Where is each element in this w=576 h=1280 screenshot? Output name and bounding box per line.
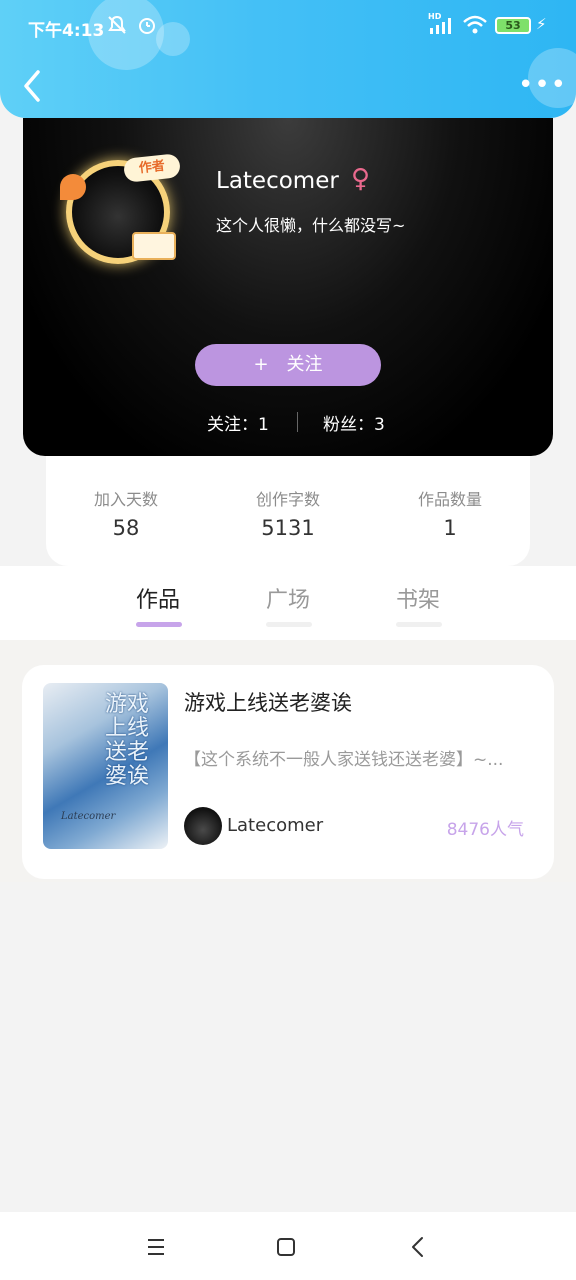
followers-count[interactable]: 粉丝：3 [323,410,385,435]
book-icon [132,232,176,260]
menu-icon [148,1239,164,1255]
follow-label: 关注 [286,354,323,375]
author-badge: 作者 [122,153,182,183]
more-button[interactable]: ••• [518,70,566,100]
tab-indicator [136,622,182,627]
stat-value: 58 [112,516,140,540]
back-button[interactable] [18,68,50,104]
stat-label: 作品数量 [417,490,482,509]
signal-icon: HD [428,12,456,41]
following-count[interactable]: 关注：1 [207,410,269,435]
female-icon: ♀ [351,164,371,194]
network-label: HD [428,12,442,21]
home-square-icon [277,1238,295,1256]
avatar[interactable]: 作者 [58,150,182,270]
menu-button[interactable] [136,1230,176,1264]
tab-label: 书架 [395,588,440,613]
follow-counts: 关注：1 粉丝：3 [23,410,553,435]
more-dots-icon: ••• [518,70,568,100]
book-description: 【这个系统不一般人家送钱还送老婆】~... [184,750,504,770]
stats-card: 加入天数 58 创作字数 5131 作品数量 1 [46,456,530,566]
status-bar: 下午4:13 HD 53 ⚡ [0,0,576,52]
leaf-icon [60,174,86,200]
author-name[interactable]: Latecomer [227,815,323,836]
tab-works[interactable]: 作品 [118,582,198,627]
status-time: 下午4:13 [28,21,105,41]
chevron-left-icon [24,70,40,102]
tab-label: 广场 [265,588,310,613]
tab-square[interactable]: 广场 [248,582,328,627]
cover-signature: Latecomer [61,811,116,822]
author-avatar[interactable] [184,807,222,845]
tab-indicator [396,622,442,627]
stat-value: 5131 [261,516,315,540]
wifi-icon [462,14,488,41]
book-card[interactable]: 游戏上线送老婆诶 Latecomer 游戏上线送老婆诶 【这个系统不一般人家送钱… [22,665,554,879]
user-bio: 这个人很懒，什么都没写~ [216,216,406,235]
content-tabs: 作品 广场 书架 [0,566,576,640]
book-title[interactable]: 游戏上线送老婆诶 [184,687,352,717]
profile-card: 作者 Latecomer ♀ 这个人很懒，什么都没写~ + 关注 关注：1 粉丝：… [23,118,553,456]
stat-label: 加入天数 [93,490,158,509]
tab-indicator [266,622,312,627]
username: Latecomer [216,168,339,194]
popularity-count: 8476人气 [446,820,524,840]
back-triangle-icon [412,1237,423,1257]
tab-label: 作品 [135,588,180,613]
system-nav-bar [0,1212,576,1280]
stat-word-count: 创作字数 5131 [228,486,348,540]
charging-icon: ⚡ [536,15,547,33]
stat-value: 1 [443,516,457,540]
stat-join-days: 加入天数 58 [66,486,186,540]
divider [297,412,298,432]
system-back-button[interactable] [398,1230,438,1264]
home-button[interactable] [266,1230,306,1264]
works-list: 游戏上线送老婆诶 Latecomer 游戏上线送老婆诶 【这个系统不一般人家送钱… [0,640,576,882]
cover-title: 游戏上线送老婆诶 [105,692,150,789]
alarm-icon [136,14,158,41]
follow-button[interactable]: + 关注 [195,344,381,386]
stat-label: 创作字数 [255,490,320,509]
mute-icon [106,14,128,41]
stat-works-count: 作品数量 1 [390,486,510,540]
tab-bookshelf[interactable]: 书架 [378,582,458,627]
book-cover[interactable]: 游戏上线送老婆诶 Latecomer [43,683,168,849]
top-header: 下午4:13 HD 53 ⚡ ••• [0,0,576,118]
battery-icon: 53 [495,17,531,34]
plus-icon: + [253,354,269,375]
